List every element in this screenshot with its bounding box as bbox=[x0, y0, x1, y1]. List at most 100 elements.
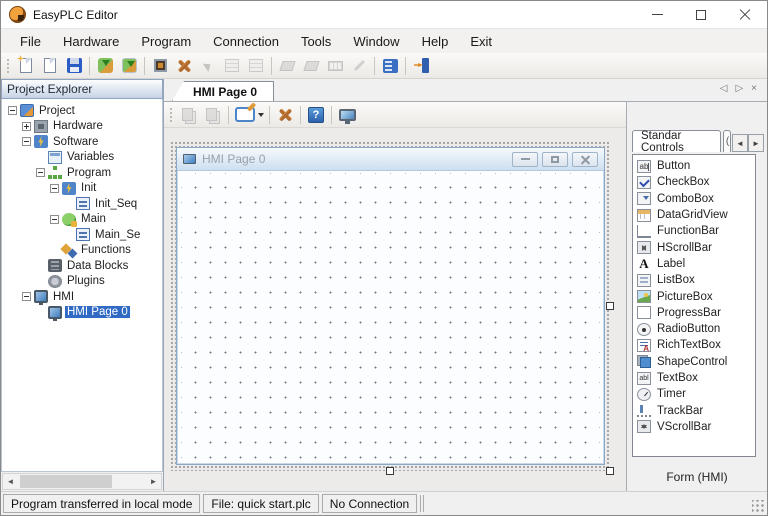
tab-scroll-left-icon[interactable]: ◁ bbox=[720, 83, 728, 94]
status-file-name: File: quick start.plc bbox=[203, 494, 319, 513]
collapse-icon[interactable] bbox=[22, 292, 31, 302]
tab-hmi-page-0[interactable]: HMI Page 0 bbox=[172, 81, 275, 101]
toolbox-scroll-left-icon[interactable]: ◄ bbox=[732, 134, 748, 152]
menu-item-connection[interactable]: Connection bbox=[202, 31, 290, 52]
scrollbar-thumb[interactable] bbox=[20, 475, 112, 488]
minimize-button[interactable] bbox=[635, 1, 679, 28]
functions-icon bbox=[62, 244, 76, 257]
copy-button[interactable] bbox=[178, 104, 200, 126]
scroll-left-icon[interactable]: ◄ bbox=[3, 477, 18, 486]
tab-standard-controls[interactable]: Standar Controls bbox=[632, 130, 721, 154]
tree-item-project[interactable]: Project bbox=[2, 103, 162, 119]
toolbox-scroll-right-icon[interactable]: ► bbox=[748, 134, 764, 152]
toolbox-item-listbox[interactable]: ListBox bbox=[633, 272, 755, 288]
menu-item-program[interactable]: Program bbox=[130, 31, 202, 52]
designer-canvas[interactable]: ? HMI Page 0 bbox=[164, 102, 626, 491]
notebook-button[interactable] bbox=[379, 55, 401, 77]
tab-hidden-sliver[interactable]: ( bbox=[722, 130, 731, 152]
tree-item-init-seq[interactable]: Init_Seq bbox=[2, 196, 162, 212]
toolbar-grip[interactable] bbox=[6, 57, 11, 74]
new-project-button[interactable] bbox=[15, 55, 37, 77]
wand-tool-button[interactable] bbox=[348, 55, 370, 77]
edit-page-button[interactable] bbox=[233, 104, 265, 126]
toolbox-item-progressbar[interactable]: ProgressBar bbox=[633, 305, 755, 321]
tree-item-hardware[interactable]: Hardware bbox=[2, 119, 162, 135]
pointer-tool-button[interactable] bbox=[197, 55, 219, 77]
resize-handle-bottom-right[interactable] bbox=[606, 467, 614, 475]
menu-item-exit[interactable]: Exit bbox=[459, 31, 503, 52]
hmi-form-grid-surface[interactable] bbox=[181, 173, 600, 460]
transfer-file-button[interactable] bbox=[118, 55, 140, 77]
hardware-config-button[interactable] bbox=[149, 55, 171, 77]
tree-horizontal-scrollbar[interactable]: ◄ ► bbox=[2, 473, 162, 490]
toolbox-item-label[interactable]: A Label bbox=[633, 256, 755, 272]
expand-icon[interactable] bbox=[22, 121, 31, 131]
toolbox-item-timer[interactable]: Timer bbox=[633, 386, 755, 402]
close-button[interactable] bbox=[723, 1, 767, 28]
tree-item-hmi[interactable]: HMI bbox=[2, 289, 162, 306]
toolbox-item-hscrollbar[interactable]: HScrollBar bbox=[633, 239, 755, 255]
tree-item-main[interactable]: Main bbox=[2, 212, 162, 228]
toolbox-item-button[interactable]: ab Button bbox=[633, 158, 755, 174]
help-button[interactable]: ? bbox=[305, 104, 327, 126]
eraser2-tool-button[interactable] bbox=[300, 55, 322, 77]
delete-tool-button[interactable] bbox=[173, 55, 195, 77]
collapse-icon[interactable] bbox=[8, 106, 17, 116]
collapse-icon[interactable] bbox=[36, 168, 45, 178]
delete-page-button[interactable] bbox=[274, 104, 296, 126]
grid2-tool-button[interactable] bbox=[245, 55, 267, 77]
tree-item-software[interactable]: Software bbox=[2, 134, 162, 150]
toolbox-item-functionbar[interactable]: FunctionBar bbox=[633, 223, 755, 239]
maximize-button[interactable] bbox=[679, 1, 723, 28]
resize-handle-bottom[interactable] bbox=[386, 467, 394, 475]
tree-item-variables[interactable]: Variables bbox=[2, 150, 162, 166]
counter-tool-button[interactable] bbox=[324, 55, 346, 77]
hmi-form[interactable]: HMI Page 0 bbox=[176, 147, 605, 465]
tree-item-program[interactable]: Program bbox=[2, 165, 162, 181]
menu-item-tools[interactable]: Tools bbox=[290, 31, 342, 52]
collapse-icon[interactable] bbox=[22, 137, 31, 147]
save-project-button[interactable] bbox=[63, 55, 85, 77]
menu-item-window[interactable]: Window bbox=[342, 31, 410, 52]
transfer-program-button[interactable] bbox=[94, 55, 116, 77]
scroll-right-icon[interactable]: ► bbox=[146, 477, 161, 486]
tree-item-functions[interactable]: Functions bbox=[2, 243, 162, 259]
toolbar-grip[interactable] bbox=[169, 106, 174, 123]
tab-close-icon[interactable]: × bbox=[751, 83, 757, 94]
tree-item-init[interactable]: Init bbox=[2, 181, 162, 197]
grid-tool-button[interactable] bbox=[221, 55, 243, 77]
exit-button[interactable] bbox=[410, 55, 432, 77]
toolbox-item-richtextbox[interactable]: RichTextBox bbox=[633, 337, 755, 353]
minimize-icon bbox=[651, 14, 663, 15]
tree-item-hmi-page-0[interactable]: HMI Page 0 bbox=[2, 305, 162, 321]
resize-handle-right[interactable] bbox=[606, 302, 614, 310]
toolbar-separator bbox=[405, 56, 406, 75]
toolbox-item-picturebox[interactable]: PictureBox bbox=[633, 288, 755, 304]
tree-item-main-se[interactable]: Main_Se bbox=[2, 227, 162, 243]
toolbox-item-textbox[interactable]: abl TextBox bbox=[633, 370, 755, 386]
tree-item-plugins[interactable]: Plugins bbox=[2, 274, 162, 290]
paste-button[interactable] bbox=[202, 104, 224, 126]
download-program-icon bbox=[97, 58, 113, 73]
toolbox-item-checkbox[interactable]: CheckBox bbox=[633, 174, 755, 190]
toolbox-item-vscrollbar[interactable]: VScrollBar bbox=[633, 419, 755, 435]
tab-scroll-right-icon[interactable]: ▷ bbox=[735, 83, 743, 94]
tree-item-label: Hardware bbox=[53, 120, 103, 133]
toolbox-item-shapecontrol[interactable]: ShapeControl bbox=[633, 354, 755, 370]
open-project-button[interactable] bbox=[39, 55, 61, 77]
collapse-icon[interactable] bbox=[50, 214, 59, 224]
menu-item-file[interactable]: File bbox=[9, 31, 52, 52]
toolbox-item-combobox[interactable]: ComboBox bbox=[633, 191, 755, 207]
toolbox-item-radiobutton[interactable]: RadioButton bbox=[633, 321, 755, 337]
form-monitor-icon bbox=[183, 154, 196, 164]
toolbox-item-datagridview[interactable]: DataGridView bbox=[633, 207, 755, 223]
resize-grip-icon[interactable] bbox=[752, 500, 765, 513]
tree-item-data-blocks[interactable]: Data Blocks bbox=[2, 258, 162, 274]
toolbox-item-label: Label bbox=[657, 257, 686, 270]
menu-item-hardware[interactable]: Hardware bbox=[52, 31, 130, 52]
menu-item-help[interactable]: Help bbox=[411, 31, 460, 52]
eraser-tool-button[interactable] bbox=[276, 55, 298, 77]
preview-hmi-button[interactable] bbox=[336, 104, 358, 126]
toolbox-item-trackbar[interactable]: TrackBar bbox=[633, 402, 755, 418]
collapse-icon[interactable] bbox=[50, 183, 59, 193]
